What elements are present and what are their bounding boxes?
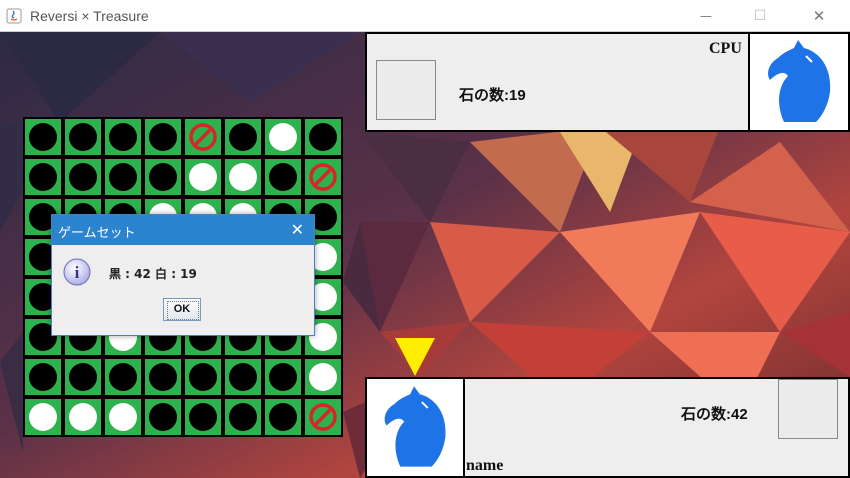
board-cell[interactable] <box>265 119 301 155</box>
black-stone <box>149 163 177 191</box>
black-stone <box>109 363 137 391</box>
black-stone <box>69 363 97 391</box>
window-titlebar: Reversi × Treasure — ☐ ✕ <box>0 0 850 32</box>
yellow-triangle-down-icon <box>395 338 435 376</box>
board-cell[interactable] <box>105 359 141 395</box>
board-cell[interactable] <box>185 159 221 195</box>
board-cell[interactable] <box>65 399 101 435</box>
java-app-icon <box>6 8 22 24</box>
board-cell[interactable] <box>305 359 341 395</box>
board-cell[interactable] <box>225 119 261 155</box>
white-stone <box>69 403 97 431</box>
black-stone <box>149 363 177 391</box>
black-stone <box>29 123 57 151</box>
board-cell[interactable] <box>225 359 261 395</box>
black-stone <box>149 123 177 151</box>
ok-button[interactable]: OK <box>163 298 201 321</box>
black-stone <box>229 363 257 391</box>
board-cell[interactable] <box>145 119 181 155</box>
player-name: name <box>466 457 504 474</box>
cpu-panel: CPU 石の数:19 <box>365 32 750 132</box>
black-stone <box>189 403 217 431</box>
white-stone <box>269 123 297 151</box>
no-entry-icon <box>309 403 337 431</box>
black-stone <box>69 163 97 191</box>
maximize-button[interactable]: ☐ <box>737 0 783 32</box>
board-cell[interactable] <box>65 359 101 395</box>
svg-text:i: i <box>75 263 80 282</box>
board-cell[interactable] <box>145 359 181 395</box>
black-stone <box>269 163 297 191</box>
board-cell[interactable] <box>65 119 101 155</box>
board-cell[interactable] <box>305 119 341 155</box>
board-cell[interactable] <box>25 359 61 395</box>
player-panel: 石の数:42 name <box>463 377 850 478</box>
info-icon: i <box>63 258 91 286</box>
black-stone <box>229 123 257 151</box>
window-title: Reversi × Treasure <box>30 8 149 24</box>
white-stone <box>189 163 217 191</box>
board-cell[interactable] <box>265 159 301 195</box>
board-cell[interactable] <box>185 399 221 435</box>
dialog-titlebar: ゲームセット ✕ <box>52 215 314 245</box>
white-stone <box>229 163 257 191</box>
board-cell[interactable] <box>145 399 181 435</box>
dialog-title: ゲームセット <box>58 226 136 241</box>
board-cell[interactable] <box>105 119 141 155</box>
black-stone <box>29 363 57 391</box>
close-window-button[interactable]: ✕ <box>796 0 842 32</box>
focus-ring <box>167 301 199 320</box>
player-image-slot <box>778 379 838 439</box>
horse-knight-icon <box>384 386 446 467</box>
white-stone <box>29 403 57 431</box>
board-cell[interactable] <box>265 359 301 395</box>
black-stone <box>309 123 337 151</box>
board-cell[interactable] <box>225 399 261 435</box>
player-avatar <box>365 377 465 478</box>
board-cell[interactable] <box>185 119 221 155</box>
dialog-close-icon[interactable]: ✕ <box>291 220 304 239</box>
no-entry-icon <box>309 163 337 191</box>
minimize-button[interactable]: — <box>683 0 729 32</box>
black-stone <box>69 123 97 151</box>
black-stone <box>269 363 297 391</box>
cpu-stone-count: 石の数:19 <box>459 87 526 104</box>
black-stone <box>229 403 257 431</box>
dialog-message: 黒 : 42 白 : 19 <box>109 267 197 281</box>
no-entry-icon <box>189 123 217 151</box>
cpu-image-slot <box>376 60 436 120</box>
board-cell[interactable] <box>25 159 61 195</box>
cpu-avatar <box>748 32 850 132</box>
close-icon: ✕ <box>812 7 826 25</box>
board-cell[interactable] <box>145 159 181 195</box>
black-stone <box>29 163 57 191</box>
board-cell[interactable] <box>105 159 141 195</box>
board-cell[interactable] <box>305 399 341 435</box>
white-stone <box>109 403 137 431</box>
game-set-dialog: ゲームセット ✕ i 黒 : 42 白 : 19 OK <box>51 214 315 336</box>
horse-knight-icon <box>768 40 831 122</box>
black-stone <box>109 123 137 151</box>
board-cell[interactable] <box>25 119 61 155</box>
player-stone-count: 石の数:42 <box>681 406 748 423</box>
black-stone <box>149 403 177 431</box>
cpu-name: CPU <box>709 40 742 57</box>
board-cell[interactable] <box>105 399 141 435</box>
maximize-icon: ☐ <box>753 8 767 24</box>
black-stone <box>189 363 217 391</box>
board-cell[interactable] <box>185 359 221 395</box>
white-stone <box>309 363 337 391</box>
board-cell[interactable] <box>265 399 301 435</box>
board-cell[interactable] <box>225 159 261 195</box>
black-stone <box>109 163 137 191</box>
board-cell[interactable] <box>25 399 61 435</box>
board-cell[interactable] <box>65 159 101 195</box>
black-stone <box>269 403 297 431</box>
board-cell[interactable] <box>305 159 341 195</box>
minimize-icon: — <box>700 9 712 23</box>
